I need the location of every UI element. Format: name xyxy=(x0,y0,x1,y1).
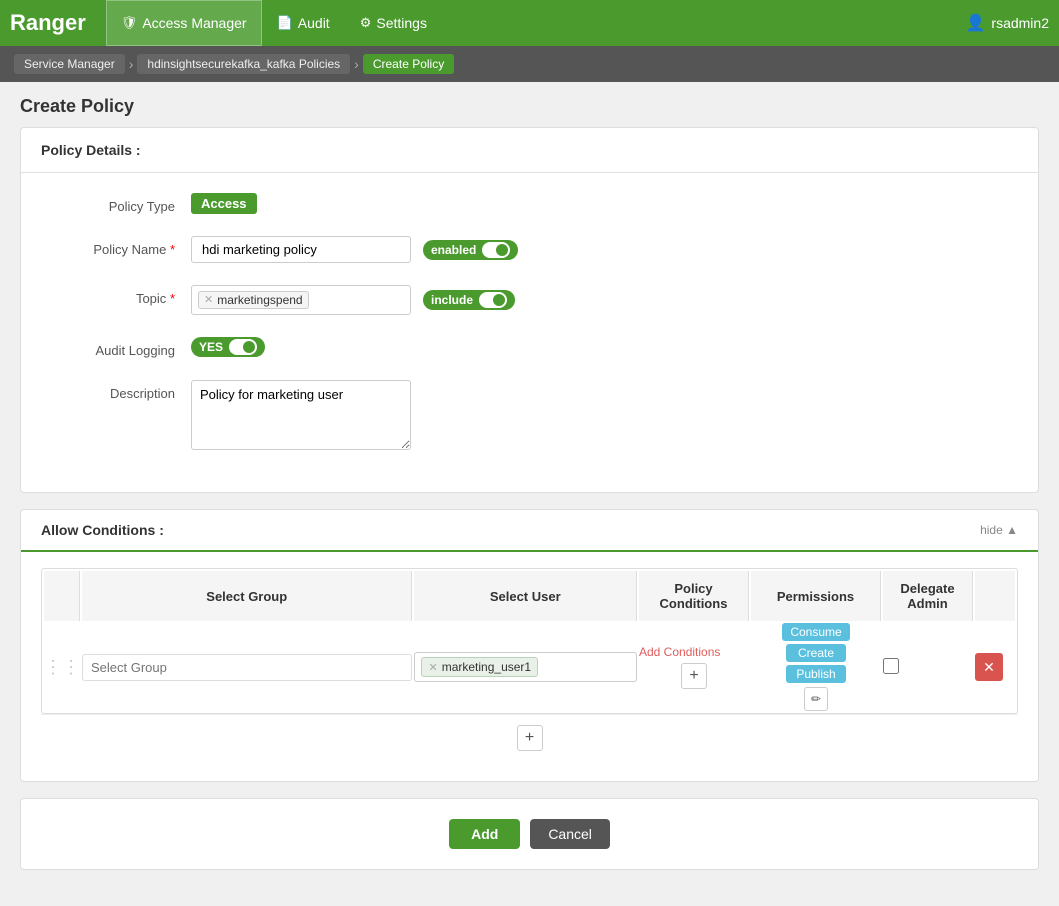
nav-settings[interactable]: ⚙ Settings xyxy=(345,0,442,46)
access-manager-icon: 🛡 xyxy=(121,15,138,31)
policy-type-badge: Access xyxy=(191,193,257,214)
audit-logging-row: Audit Logging YES xyxy=(51,337,1008,358)
topic-label: Topic * xyxy=(51,285,191,306)
breadcrumb-service-manager[interactable]: Service Manager xyxy=(14,54,125,74)
brand-logo: Ranger xyxy=(10,10,86,36)
page-title: Create Policy xyxy=(0,82,1059,127)
action-header xyxy=(975,571,1015,621)
conditions-header-row: Select Group Select User Policy Conditio… xyxy=(44,571,1015,621)
enabled-toggle-switch xyxy=(482,242,510,258)
conditions-table: Select Group Select User Policy Conditio… xyxy=(41,568,1018,714)
policy-name-input[interactable] xyxy=(191,236,411,263)
policy-type-control: Access xyxy=(191,193,1008,214)
allow-conditions-card: Allow Conditions : hide ▲ Select Group S… xyxy=(20,509,1039,782)
audit-logging-control: YES xyxy=(191,337,1008,357)
select-user-header: Select User xyxy=(414,571,637,621)
conditions-thead: Select Group Select User Policy Conditio… xyxy=(44,571,1015,621)
main-content: Policy Details : Policy Type Access Poli… xyxy=(0,127,1059,906)
audit-logging-label: Audit Logging xyxy=(51,337,191,358)
perm-publish: Publish xyxy=(786,665,846,683)
form-body: Policy Type Access Policy Name * enabled xyxy=(21,173,1038,492)
breadcrumb-separator-1: › xyxy=(129,56,134,72)
add-conditions-link[interactable]: Add Conditions xyxy=(639,645,749,659)
add-row-button[interactable]: + xyxy=(517,725,543,751)
audit-icon: 📄 xyxy=(277,15,293,31)
include-label: include xyxy=(431,293,473,307)
add-conditions-plus[interactable]: + xyxy=(681,663,707,689)
policy-name-label: Policy Name * xyxy=(51,236,191,257)
perm-create: Create xyxy=(786,644,846,662)
row-add-area: + xyxy=(41,714,1018,761)
include-toggle[interactable]: include xyxy=(423,290,515,310)
nav-items: 🛡 Access Manager 📄 Audit ⚙ Settings xyxy=(106,0,966,46)
breadcrumb-create-policy[interactable]: Create Policy xyxy=(363,54,454,74)
description-control: Policy for marketing user xyxy=(191,380,1008,450)
permissions-edit-button[interactable]: ✏ xyxy=(804,687,828,711)
policy-conditions-header: Policy Conditions xyxy=(639,571,749,621)
drag-col-header xyxy=(44,571,80,621)
audit-yes-label: YES xyxy=(199,340,223,354)
topic-required: * xyxy=(170,291,175,306)
table-row: ⋮⋮ ✕ marketing_user1 xyxy=(44,623,1015,711)
user-tag-input[interactable]: ✕ marketing_user1 xyxy=(414,652,637,682)
include-toggle-switch xyxy=(479,292,507,308)
policy-type-label: Policy Type xyxy=(51,193,191,214)
breadcrumb-separator-2: › xyxy=(354,56,359,72)
audit-toggle-switch xyxy=(229,339,257,355)
group-cell xyxy=(82,623,412,711)
delete-cell: ✕ xyxy=(975,623,1015,711)
bottom-buttons: Add Cancel xyxy=(21,799,1038,869)
delete-row-button[interactable]: ✕ xyxy=(975,653,1003,681)
audit-toggle[interactable]: YES xyxy=(191,337,265,357)
user-tag: ✕ marketing_user1 xyxy=(421,657,538,677)
nav-audit[interactable]: 📄 Audit xyxy=(262,0,345,46)
conditions-body: Select Group Select User Policy Conditio… xyxy=(21,552,1038,781)
enabled-toggle[interactable]: enabled xyxy=(423,240,518,260)
topic-tag: ✕ marketingspend xyxy=(198,291,309,309)
description-row: Description Policy for marketing user xyxy=(51,380,1008,450)
breadcrumb-policies[interactable]: hdinsightsecurekafka_kafka Policies xyxy=(137,54,350,74)
policy-name-required: * xyxy=(170,242,175,257)
topic-tag-remove[interactable]: ✕ xyxy=(204,295,213,306)
description-label: Description xyxy=(51,380,191,401)
user-cell: ✕ marketing_user1 xyxy=(414,623,637,711)
top-navigation: Ranger 🛡 Access Manager 📄 Audit ⚙ Settin… xyxy=(0,0,1059,46)
delegate-admin-checkbox[interactable] xyxy=(883,658,899,674)
description-input[interactable]: Policy for marketing user xyxy=(191,380,411,450)
permissions-badges: Consume Create Publish xyxy=(751,623,881,683)
select-group-header: Select Group xyxy=(82,571,412,621)
permissions-cell: Consume Create Publish ✏ xyxy=(751,623,881,711)
add-button[interactable]: Add xyxy=(449,819,520,849)
user-tag-remove[interactable]: ✕ xyxy=(428,661,437,674)
hide-link[interactable]: hide ▲ xyxy=(980,523,1018,537)
conditions-tbody: ⋮⋮ ✕ marketing_user1 xyxy=(44,623,1015,711)
delegate-admin-cell xyxy=(883,623,973,711)
user-icon: 👤 xyxy=(965,13,985,33)
policy-type-row: Policy Type Access xyxy=(51,193,1008,214)
topic-control: ✕ marketingspend include xyxy=(191,285,1008,315)
enabled-label: enabled xyxy=(431,243,476,257)
policy-name-control: enabled xyxy=(191,236,1008,263)
nav-access-manager[interactable]: 🛡 Access Manager xyxy=(106,0,262,46)
bottom-buttons-card: Add Cancel xyxy=(20,798,1039,870)
policy-name-row: Policy Name * enabled xyxy=(51,236,1008,263)
cancel-button[interactable]: Cancel xyxy=(530,819,610,849)
policy-details-card: Policy Details : Policy Type Access Poli… xyxy=(20,127,1039,493)
permissions-header: Permissions xyxy=(751,571,881,621)
conditions-cell: Add Conditions + xyxy=(639,623,749,711)
topic-tag-input[interactable]: ✕ marketingspend xyxy=(191,285,411,315)
breadcrumb: Service Manager › hdinsightsecurekafka_k… xyxy=(0,46,1059,82)
topic-row: Topic * ✕ marketingspend include xyxy=(51,285,1008,315)
policy-details-title: Policy Details : xyxy=(21,128,1038,173)
user-area[interactable]: 👤 rsadmin2 xyxy=(965,13,1049,33)
delegate-admin-header: Delegate Admin xyxy=(883,571,973,621)
allow-conditions-header: Allow Conditions : hide ▲ xyxy=(21,510,1038,552)
drag-handle: ⋮⋮ xyxy=(44,623,80,711)
select-group-input[interactable] xyxy=(82,654,412,681)
settings-icon: ⚙ xyxy=(360,15,372,31)
allow-conditions-title: Allow Conditions : xyxy=(41,522,164,538)
perm-consume: Consume xyxy=(782,623,849,641)
